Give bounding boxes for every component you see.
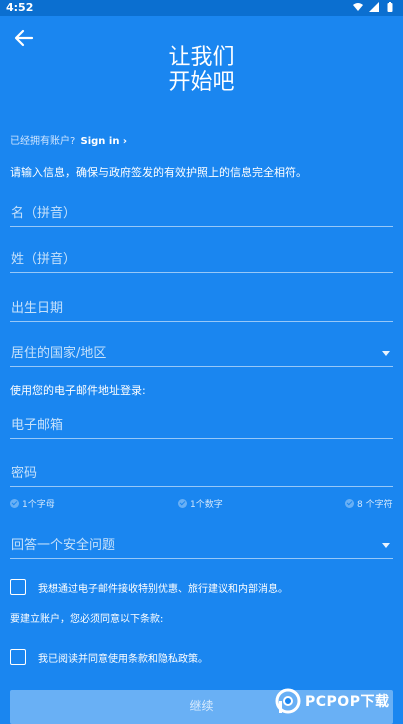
requirement-letter: 1个字母	[10, 497, 55, 510]
terms-of-use-link[interactable]: 使用条款	[108, 654, 148, 665]
status-time: 4:52	[6, 1, 34, 14]
security-question-select[interactable]: 回答一个安全问题	[10, 530, 393, 559]
opt-in-label: 我想通过电子邮件接收特别优惠、旅行建议和内部消息。	[38, 583, 288, 595]
check-circle-icon	[178, 499, 187, 508]
terms-heading: 要建立账户，您必须同意以下条款:	[10, 614, 164, 625]
check-circle-icon	[345, 499, 354, 508]
security-question-placeholder: 回答一个安全问题	[11, 538, 116, 553]
surname-placeholder: 姓（拼音）	[11, 252, 77, 267]
wifi-icon	[353, 3, 363, 11]
terms-prefix: 我已阅读并同意	[38, 653, 108, 665]
terms-checkbox[interactable]	[10, 649, 26, 665]
status-icons	[353, 2, 395, 12]
check-circle-icon	[10, 499, 19, 508]
surname-field[interactable]: 姓（拼音）	[10, 244, 393, 273]
email-section-label: 使用您的电子邮件地址登录:	[10, 384, 146, 397]
page-title-line2: 开始吧	[168, 70, 235, 95]
terms-and: 和	[148, 653, 158, 665]
signin-link[interactable]: Sign in ›	[81, 136, 128, 147]
password-placeholder: 密码	[11, 466, 38, 481]
terms-label: 我已阅读并同意使用条款和隐私政策。	[38, 650, 208, 665]
info-note: 请输入信息，确保与政府签发的有效护照上的信息完全相符。	[10, 166, 307, 179]
requirement-number: 1个数字	[178, 497, 223, 510]
opt-in-row: 我想通过电子邮件接收特别优惠、旅行建议和内部消息。	[10, 579, 288, 595]
country-select[interactable]: 居住的国家/地区	[10, 338, 393, 367]
watermark-logo-icon	[275, 688, 301, 714]
requirement-letter-label: 1个字母	[22, 500, 55, 510]
email-placeholder: 电子邮箱	[11, 418, 64, 433]
given-name-placeholder: 名（拼音）	[11, 206, 77, 221]
status-bar: 4:52	[0, 0, 403, 16]
watermark: PCPOP下载	[275, 682, 403, 720]
requirement-number-label: 1个数字	[190, 500, 223, 510]
opt-in-checkbox[interactable]	[10, 579, 26, 595]
given-name-field[interactable]: 名（拼音）	[10, 198, 393, 227]
page-title-line1: 让我们	[168, 45, 235, 70]
requirement-length-label: 8 个字符	[357, 500, 393, 510]
country-placeholder: 居住的国家/地区	[11, 346, 107, 361]
signal-icon	[369, 2, 379, 12]
privacy-policy-link[interactable]: 隐私政策	[158, 654, 198, 665]
password-requirements: 1个字母 1个数字 8 个字符	[10, 497, 393, 515]
dropdown-caret-icon	[382, 543, 390, 548]
watermark-text: PCPOP下载	[305, 694, 390, 710]
battery-icon	[387, 2, 393, 12]
signin-row: 已经拥有账户? Sign in ›	[10, 132, 127, 147]
terms-row: 我已阅读并同意使用条款和隐私政策。	[10, 649, 208, 665]
requirement-length: 8 个字符	[345, 497, 393, 510]
page-title: 让我们 开始吧	[0, 45, 403, 95]
signin-prompt: 已经拥有账户?	[10, 136, 76, 147]
password-field[interactable]: 密码	[10, 458, 393, 487]
birth-date-field[interactable]: 出生日期	[10, 293, 393, 322]
dropdown-caret-icon	[382, 351, 390, 356]
birth-date-placeholder: 出生日期	[11, 301, 64, 316]
email-field[interactable]: 电子邮箱	[10, 410, 393, 439]
terms-suffix: 。	[198, 653, 208, 665]
